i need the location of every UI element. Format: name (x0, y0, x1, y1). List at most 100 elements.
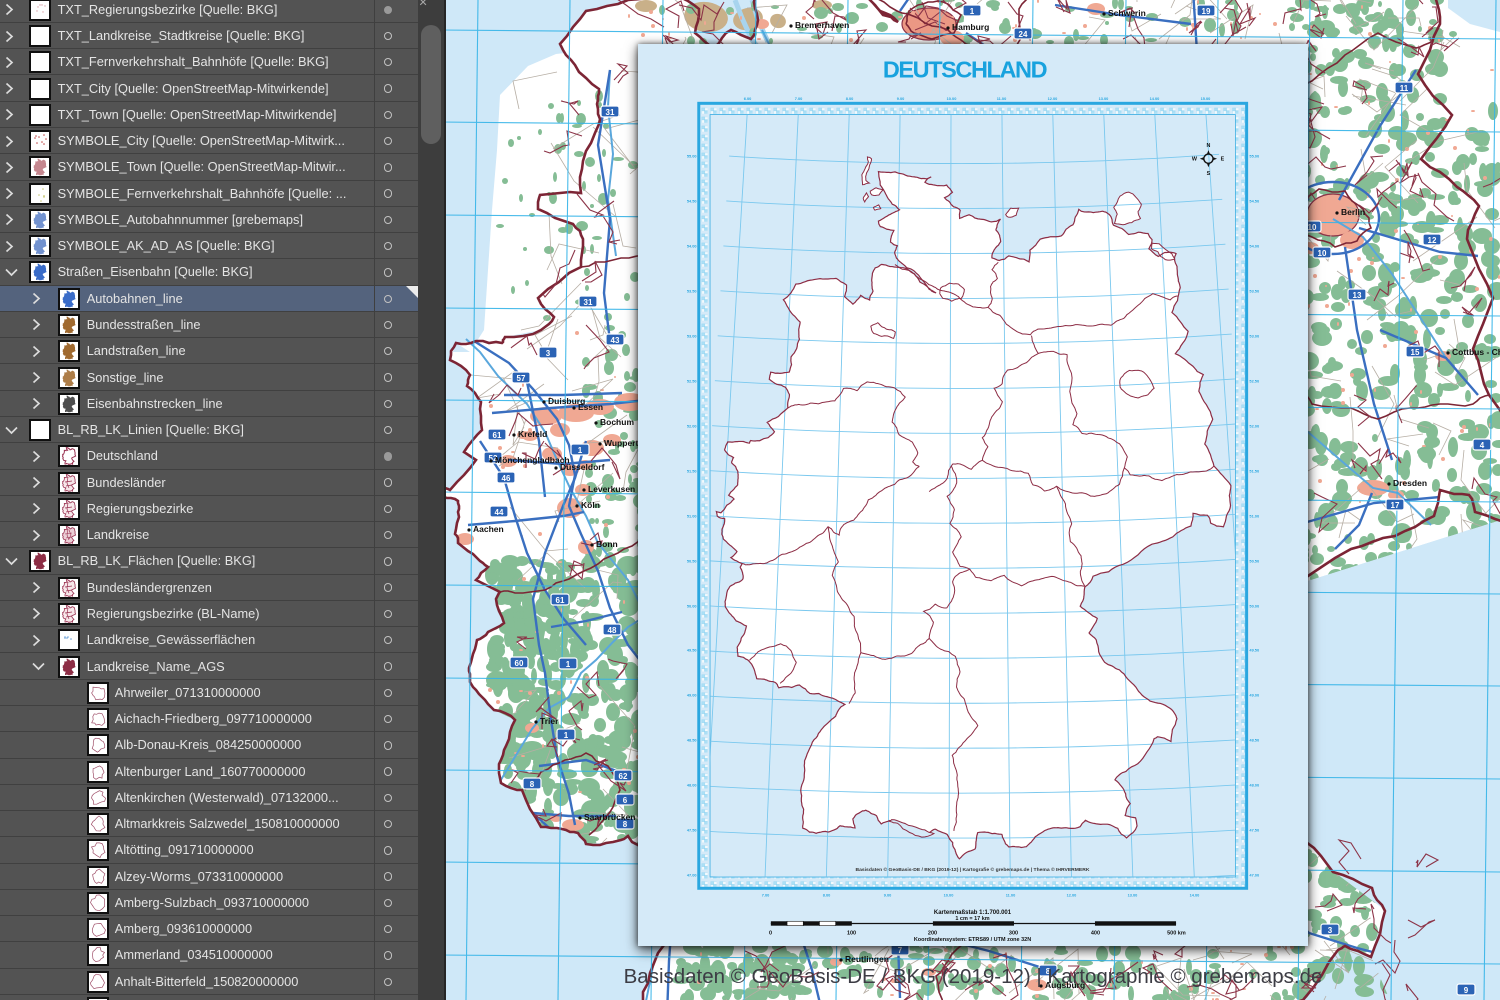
svg-text:11.00: 11.00 (997, 97, 1006, 102)
svg-text:55.00: 55.00 (687, 154, 697, 159)
svg-text:61: 61 (493, 431, 502, 440)
svg-text:Koordinatensystem: ETRS89 / UT: Koordinatensystem: ETRS89 / UTM zone 32N (914, 937, 1031, 943)
svg-text:47.50: 47.50 (1250, 828, 1260, 833)
svg-text:Dresden: Dresden (1393, 478, 1427, 488)
svg-text:31: 31 (606, 108, 615, 117)
svg-text:54.50: 54.50 (1250, 199, 1260, 204)
svg-text:48.50: 48.50 (1250, 738, 1260, 743)
svg-text:57: 57 (517, 374, 526, 383)
svg-text:51.50: 51.50 (1250, 469, 1260, 474)
svg-text:Basisdaten © GeoBasis-DE / BKG: Basisdaten © GeoBasis-DE / BKG (2019-12)… (624, 965, 1323, 988)
svg-text:50.50: 50.50 (1250, 559, 1260, 564)
svg-text:8.00: 8.00 (846, 97, 854, 102)
svg-text:15: 15 (1411, 348, 1420, 357)
svg-text:9: 9 (1464, 986, 1469, 995)
svg-text:24: 24 (1019, 30, 1028, 39)
svg-text:Hamburg: Hamburg (952, 22, 989, 32)
svg-text:1: 1 (970, 7, 975, 16)
svg-text:6: 6 (623, 796, 628, 805)
svg-text:Schwerin: Schwerin (1108, 8, 1146, 18)
svg-text:53.00: 53.00 (1250, 334, 1260, 339)
svg-text:17: 17 (1391, 501, 1400, 510)
svg-text:Berlin: Berlin (1341, 207, 1365, 217)
svg-text:53.00: 53.00 (687, 334, 697, 339)
svg-text:200: 200 (928, 931, 937, 937)
svg-text:51.00: 51.00 (687, 514, 697, 519)
svg-text:Bremerhaven: Bremerhaven (795, 20, 849, 30)
svg-text:N: N (1207, 144, 1211, 150)
svg-text:8.00: 8.00 (823, 893, 831, 898)
svg-text:Aachen: Aachen (473, 524, 504, 534)
svg-text:13.00: 13.00 (1099, 97, 1109, 102)
svg-text:52.50: 52.50 (1250, 379, 1260, 384)
svg-text:49.00: 49.00 (1250, 693, 1260, 698)
svg-text:Köln: Köln (581, 500, 600, 510)
svg-text:19: 19 (1202, 7, 1211, 16)
svg-text:51.00: 51.00 (1250, 514, 1260, 519)
svg-text:52.00: 52.00 (1250, 424, 1260, 429)
svg-text:Leverkusen: Leverkusen (588, 484, 635, 494)
svg-text:53.50: 53.50 (1250, 289, 1260, 294)
svg-text:10.00: 10.00 (944, 893, 954, 898)
svg-text:47.50: 47.50 (687, 828, 697, 833)
svg-text:49.00: 49.00 (687, 693, 697, 698)
svg-text:500 km: 500 km (1168, 931, 1187, 937)
svg-text:Düsseldorf: Düsseldorf (560, 462, 605, 472)
svg-text:10: 10 (1308, 223, 1317, 232)
svg-text:50.50: 50.50 (687, 559, 697, 564)
svg-text:Cottbus - Chóśebuz: Cottbus - Chóśebuz (1452, 347, 1500, 357)
svg-text:54.50: 54.50 (687, 199, 697, 204)
svg-text:1: 1 (564, 731, 569, 740)
svg-text:10: 10 (1318, 249, 1327, 258)
svg-text:11.00: 11.00 (1006, 893, 1015, 898)
svg-text:6.00: 6.00 (744, 97, 752, 102)
svg-text:55.00: 55.00 (1250, 154, 1260, 159)
svg-text:Saarbrücken: Saarbrücken (584, 812, 636, 822)
svg-text:48.00: 48.00 (687, 783, 697, 788)
svg-text:49.50: 49.50 (1250, 648, 1260, 653)
svg-text:11: 11 (1400, 84, 1409, 93)
svg-text:100: 100 (847, 931, 856, 937)
svg-text:1: 1 (566, 660, 571, 669)
svg-text:60: 60 (515, 659, 524, 668)
svg-text:14.00: 14.00 (1150, 97, 1160, 102)
svg-text:1: 1 (578, 446, 583, 455)
svg-text:7.00: 7.00 (795, 97, 803, 102)
svg-text:13.00: 13.00 (1128, 893, 1138, 898)
svg-text:Reutlingen: Reutlingen (845, 954, 889, 964)
svg-text:51.50: 51.50 (687, 469, 697, 474)
svg-text:54.00: 54.00 (1250, 244, 1260, 249)
svg-text:48.50: 48.50 (687, 738, 697, 743)
svg-text:E: E (1221, 157, 1225, 163)
svg-text:8: 8 (530, 780, 535, 789)
svg-text:3: 3 (546, 349, 551, 358)
svg-text:7: 7 (898, 946, 903, 955)
svg-text:300: 300 (1009, 931, 1018, 937)
svg-text:7.00: 7.00 (762, 893, 770, 898)
svg-text:53.50: 53.50 (687, 289, 697, 294)
svg-text:10.00: 10.00 (947, 97, 957, 102)
svg-text:52.00: 52.00 (687, 424, 697, 429)
svg-text:50.00: 50.00 (687, 604, 697, 609)
svg-text:44: 44 (495, 508, 504, 517)
svg-text:47.00: 47.00 (1250, 873, 1260, 878)
svg-text:Krefeld: Krefeld (518, 429, 547, 439)
svg-text:47.00: 47.00 (687, 873, 697, 878)
svg-text:54.00: 54.00 (687, 244, 697, 249)
svg-text:DEUTSCHLAND: DEUTSCHLAND (883, 57, 1047, 83)
svg-text:0: 0 (769, 931, 772, 937)
svg-text:3: 3 (1328, 926, 1333, 935)
svg-text:9.00: 9.00 (884, 893, 892, 898)
svg-text:12: 12 (1428, 236, 1437, 245)
svg-text:46: 46 (502, 474, 511, 483)
svg-text:48.00: 48.00 (1250, 783, 1260, 788)
svg-text:62: 62 (619, 772, 628, 781)
svg-text:1 cm = 17 km: 1 cm = 17 km (956, 916, 990, 922)
svg-text:400: 400 (1091, 931, 1100, 937)
svg-text:61: 61 (556, 596, 565, 605)
svg-text:Bochum: Bochum (600, 417, 634, 427)
svg-text:50.00: 50.00 (1250, 604, 1260, 609)
svg-text:Duisburg: Duisburg (548, 396, 585, 406)
svg-text:52.50: 52.50 (687, 379, 697, 384)
svg-text:Bonn: Bonn (596, 539, 618, 549)
